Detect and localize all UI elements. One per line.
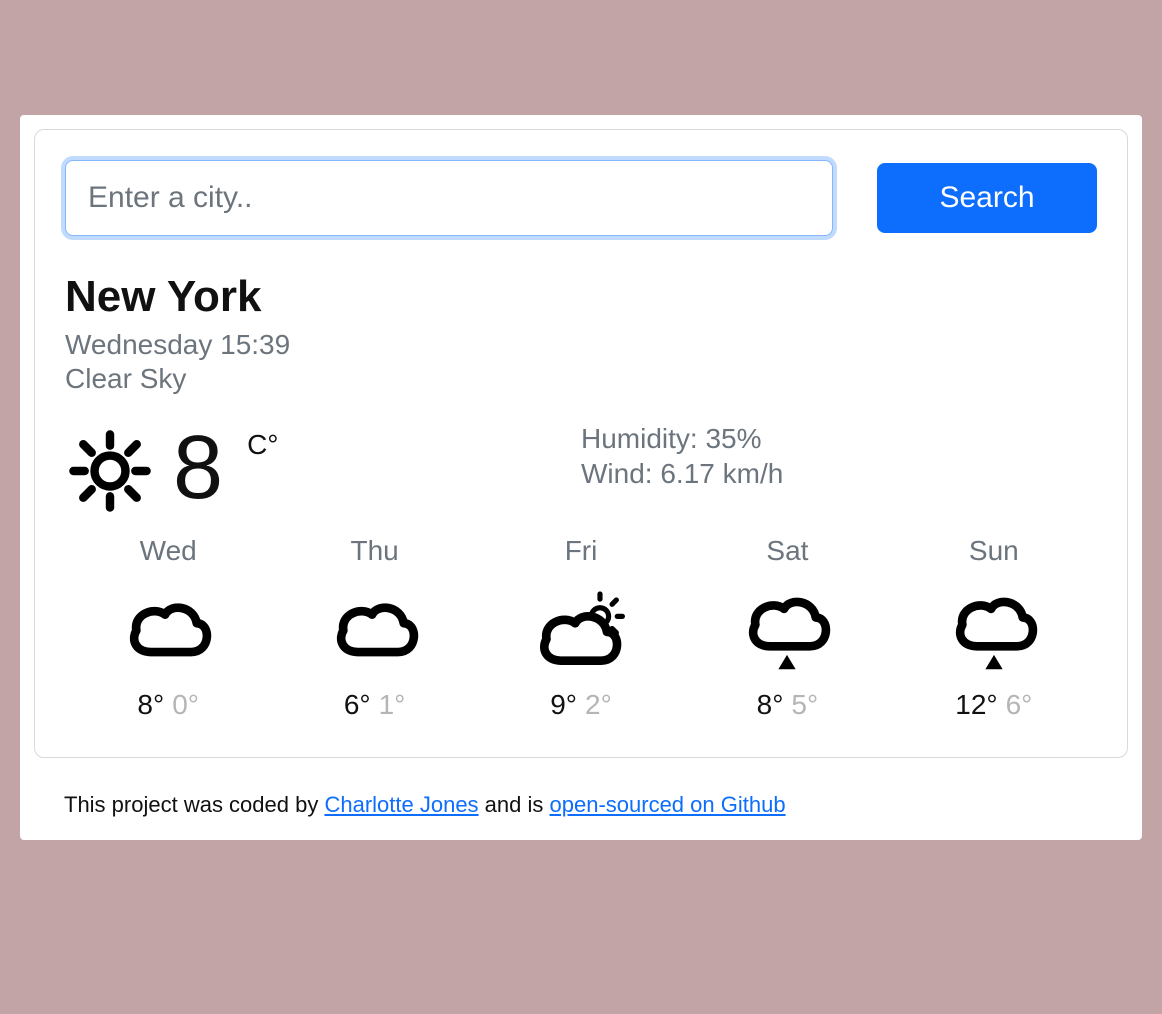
forecast-hi: 9° [550,689,577,720]
current-day-time: Wednesday 15:39 [65,328,1097,362]
current-meta: Wednesday 15:39 Clear Sky [65,328,1097,395]
footer: This project was coded by Charlotte Jone… [34,758,1128,818]
humidity-label: Humidity: 35% [581,421,1097,456]
search-row: Search [65,160,1097,236]
weather-card: Search New York Wednesday 15:39 Clear Sk… [34,129,1128,758]
current-condition: Clear Sky [65,362,1097,396]
app-container: Search New York Wednesday 15:39 Clear Sk… [20,115,1142,840]
cloud-rain-icon [684,579,890,679]
sun-cloud-icon [478,579,684,679]
forecast-hi: 8° [757,689,784,720]
forecast-day-name: Thu [271,535,477,567]
forecast-day-name: Sun [891,535,1097,567]
sun-icon [65,421,155,521]
forecast-temps: 8° 0° [65,689,271,721]
city-search-input[interactable] [65,160,833,236]
github-link[interactable]: open-sourced on Github [550,792,786,817]
city-name: New York [65,272,1097,322]
forecast-temps: 9° 2° [478,689,684,721]
forecast-lo: 0° [172,689,199,720]
forecast-hi: 12° [955,689,997,720]
forecast-day-name: Fri [478,535,684,567]
wind-label: Wind: 6.17 km/h [581,456,1097,491]
forecast-day: Wed 8° 0° [65,535,271,721]
forecast-day: Sat 8°5° [684,535,890,721]
cloud-icon [65,579,271,679]
today-right: Humidity: 35% Wind: 6.17 km/h [581,421,1097,491]
forecast-lo: 6° [1006,689,1033,720]
forecast-temps: 6° 1° [271,689,477,721]
search-button[interactable]: Search [877,163,1097,233]
today-row: 8 C° Humidity: 35% Wind: 6.17 km/h [65,421,1097,521]
today-left: 8 C° [65,421,581,521]
forecast-hi: 6° [344,689,371,720]
cloud-rain-icon [891,579,1097,679]
footer-middle: and is [479,792,550,817]
forecast-day: Thu 6° 1° [271,535,477,721]
temp-unit: C° [247,421,278,461]
forecast-day-name: Wed [65,535,271,567]
forecast-temps: 12° 6° [891,689,1097,721]
forecast-lo: 5° [791,689,818,720]
forecast-lo: 1° [379,689,406,720]
author-link[interactable]: Charlotte Jones [324,792,478,817]
forecast-row: Wed 8° 0° Thu 6° 1° Fri 9° 2° [65,535,1097,721]
forecast-day: Sun 12° 6° [891,535,1097,721]
forecast-day: Fri 9° 2° [478,535,684,721]
footer-prefix: This project was coded by [64,792,324,817]
forecast-lo: 2° [585,689,612,720]
forecast-temps: 8°5° [684,689,890,721]
cloud-icon [271,579,477,679]
forecast-hi: 8° [137,689,164,720]
forecast-day-name: Sat [684,535,890,567]
current-temp: 8 [173,421,223,513]
